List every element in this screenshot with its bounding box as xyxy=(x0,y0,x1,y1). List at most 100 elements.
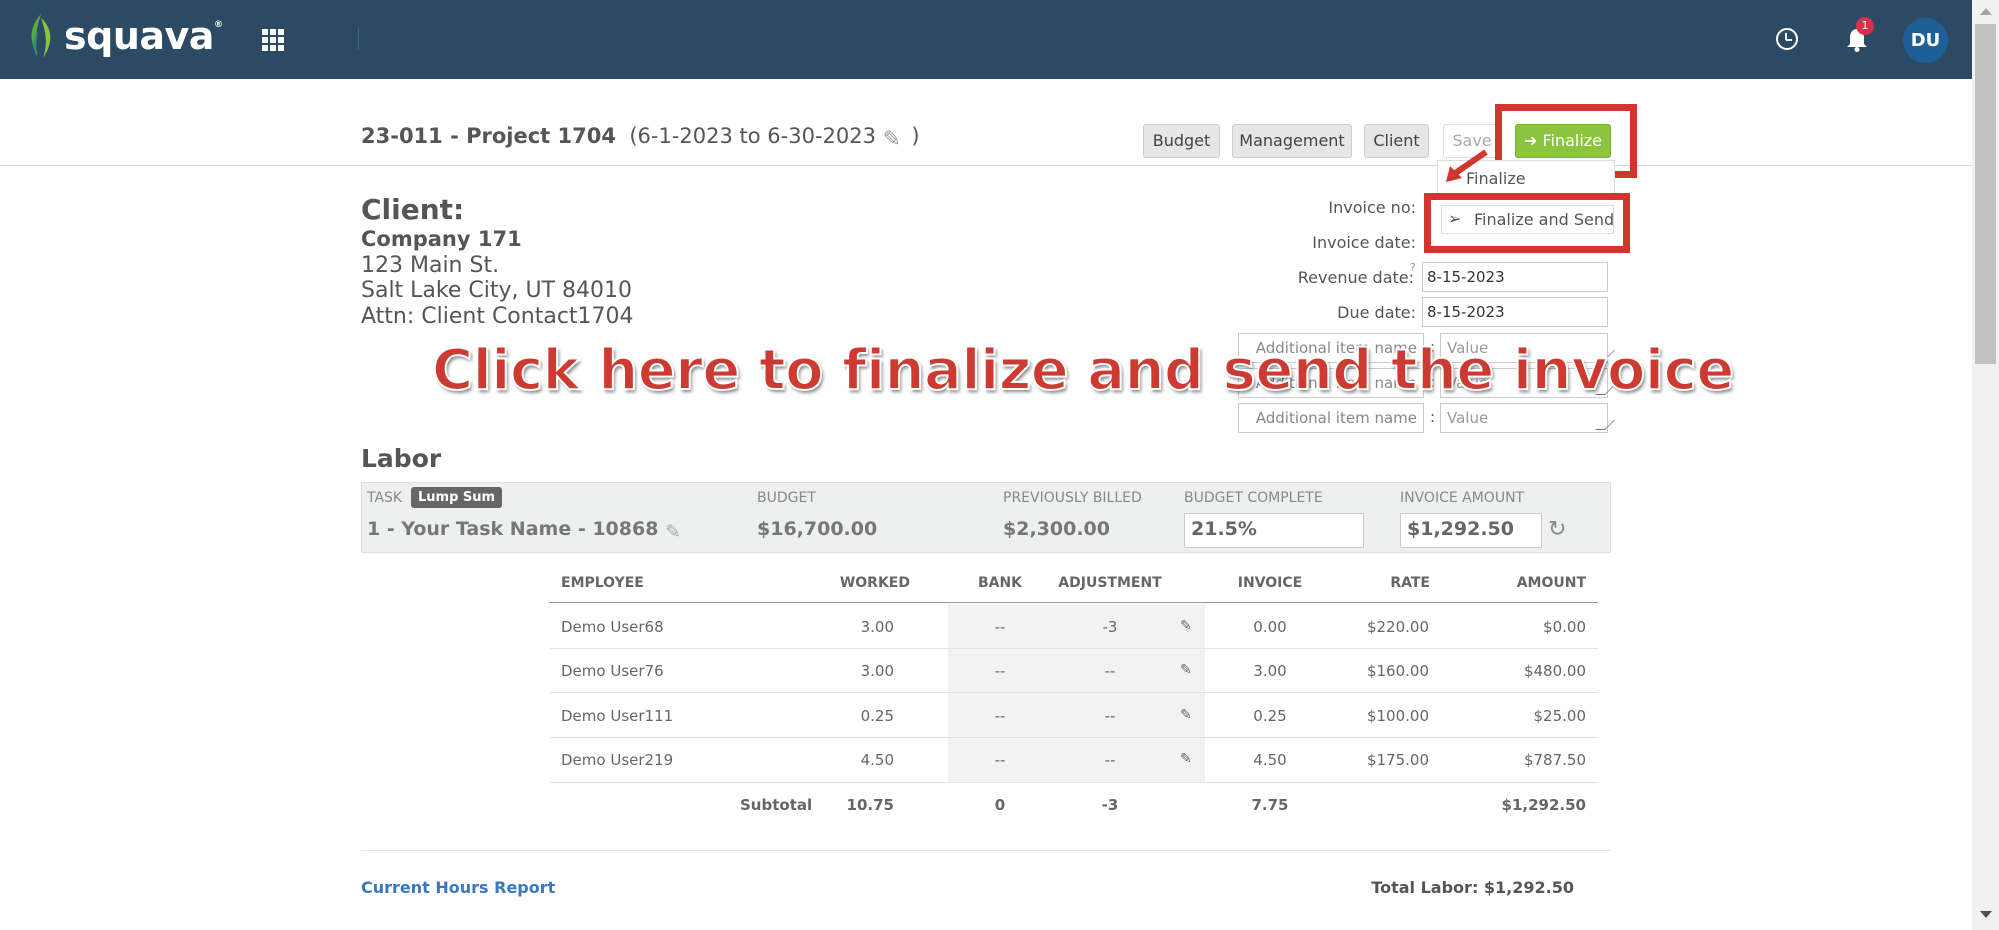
client-address-1: 123 Main St. xyxy=(361,253,500,278)
invoice-amount-input[interactable]: $1,292.50 xyxy=(1400,513,1542,548)
worked-cell: 3.00 xyxy=(860,662,894,680)
previously-billed-label: Previously Billed xyxy=(1003,490,1142,506)
client-heading: Client: xyxy=(361,193,465,226)
edit-icon[interactable]: ✎ xyxy=(1180,618,1192,634)
subtotal-amount: $1,292.50 xyxy=(1501,796,1586,814)
leaf-logo-icon xyxy=(31,14,51,58)
pencil-icon[interactable]: ✎ xyxy=(665,521,687,543)
additional-item-value-input-3[interactable]: Value xyxy=(1440,403,1615,433)
section-divider xyxy=(361,850,1611,851)
invoice-cell: 0.25 xyxy=(1253,707,1287,725)
client-attn: Attn: Client Contact1704 xyxy=(361,304,634,329)
column-header-invoice[interactable]: Invoice xyxy=(1220,575,1320,591)
subtotal-invoice: 7.75 xyxy=(1251,796,1289,814)
adjustment-cell: -- xyxy=(1104,662,1116,680)
adjustment-cell: -- xyxy=(1104,707,1116,725)
additional-item-name-input-3[interactable]: Additional item name xyxy=(1238,403,1424,433)
project-title: 23-011 - Project 1704 (6-1-2023 to 6-30-… xyxy=(361,124,920,151)
invoice-cell: 0.00 xyxy=(1253,618,1287,636)
page-scrollbar[interactable] xyxy=(1972,0,1999,930)
squava-logo[interactable]: squava® xyxy=(24,12,223,60)
previously-billed-value: $2,300.00 xyxy=(1003,518,1110,540)
budget-button[interactable]: Budget xyxy=(1143,124,1220,158)
invoice-cell: 3.00 xyxy=(1253,662,1287,680)
row-divider xyxy=(549,648,1598,649)
clock-icon[interactable] xyxy=(1776,28,1798,50)
row-divider xyxy=(549,782,1598,783)
subtotal-adjustment: -3 xyxy=(1101,796,1119,814)
bank-cell: -- xyxy=(994,618,1006,636)
due-date-input[interactable]: 8-15-2023 xyxy=(1422,297,1608,327)
invoice-no-label: Invoice no: xyxy=(1328,198,1416,217)
employee-cell: Demo User68 xyxy=(561,618,664,636)
refresh-icon[interactable]: ↻ xyxy=(1548,517,1566,542)
header-divider xyxy=(0,165,1972,166)
employee-cell: Demo User219 xyxy=(561,751,674,769)
notification-badge[interactable]: 1 xyxy=(1856,17,1874,35)
amount-cell: $25.00 xyxy=(1533,707,1587,725)
client-button[interactable]: Client xyxy=(1364,124,1429,158)
subtotal-bank: 0 xyxy=(994,796,1006,814)
edit-icon[interactable]: ✎ xyxy=(1180,707,1192,723)
amount-cell: $0.00 xyxy=(1543,618,1586,636)
dropdown-item-finalize-send[interactable]: ➢ Finalize and Send xyxy=(1441,205,1614,234)
project-name: 23-011 - Project 1704 xyxy=(361,124,616,148)
tutorial-callout: Click here to finalize and send the invo… xyxy=(431,337,1735,404)
revenue-date-label: Revenue date: xyxy=(1297,268,1414,287)
column-header-worked[interactable]: Worked xyxy=(800,575,910,591)
adjustment-cell: -3 xyxy=(1102,618,1118,636)
topbar-divider xyxy=(358,28,359,50)
arrow-pointer-icon xyxy=(1446,149,1488,182)
amount-cell: $787.50 xyxy=(1523,751,1586,769)
invoice-cell: 4.50 xyxy=(1253,751,1287,769)
management-button[interactable]: Management xyxy=(1232,124,1352,158)
send-icon: ➢ xyxy=(1448,209,1462,228)
labor-heading: Labor xyxy=(361,444,442,473)
task-name: 1 - Your Task Name - 10868 ✎ xyxy=(367,518,687,543)
pencil-icon[interactable]: ✎ xyxy=(883,129,905,151)
revenue-date-input[interactable]: 8-15-2023 xyxy=(1422,262,1608,292)
amount-cell: $480.00 xyxy=(1523,662,1586,680)
bank-cell: -- xyxy=(994,662,1006,680)
column-header-amount[interactable]: Amount xyxy=(1476,575,1586,591)
edit-icon[interactable]: ✎ xyxy=(1180,751,1192,767)
help-question-icon[interactable]: ? xyxy=(1410,261,1416,274)
worked-cell: 4.50 xyxy=(860,751,894,769)
brand-name: squava® xyxy=(64,14,223,58)
rate-cell: $220.00 xyxy=(1366,618,1429,636)
worked-cell: 0.25 xyxy=(860,707,894,725)
colon-separator: : xyxy=(1430,408,1436,426)
budget-complete-input[interactable]: 21.5% xyxy=(1184,513,1364,548)
invoice-amount-label: Invoice Amount xyxy=(1400,490,1525,506)
user-avatar[interactable]: DU xyxy=(1903,18,1948,63)
edit-icon[interactable]: ✎ xyxy=(1180,662,1192,678)
worked-cell: 3.00 xyxy=(860,618,894,636)
apps-grid-icon[interactable] xyxy=(262,29,284,51)
finalize-send-label: Finalize and Send xyxy=(1474,210,1615,229)
scroll-up-arrow-icon[interactable] xyxy=(1980,8,1992,15)
employee-cell: Demo User111 xyxy=(561,707,674,725)
invoice-date-label: Invoice date: xyxy=(1312,233,1416,252)
column-header-bank[interactable]: Bank xyxy=(960,575,1040,591)
row-divider xyxy=(549,692,1598,693)
client-company: Company 171 xyxy=(361,227,522,251)
subtotal-worked: 10.75 xyxy=(846,796,894,814)
project-period: (6-1-2023 to 6-30-2023 xyxy=(629,124,876,148)
scroll-thumb[interactable] xyxy=(1975,24,1996,364)
project-period-close: ) xyxy=(911,124,920,148)
rate-cell: $175.00 xyxy=(1366,751,1429,769)
scroll-down-arrow-icon[interactable] xyxy=(1980,911,1992,918)
lump-sum-badge: Lump Sum xyxy=(411,487,503,508)
column-header-adjustment[interactable]: Adjustment xyxy=(1050,575,1170,591)
top-nav-bar: squava® 1 DU xyxy=(0,0,1972,79)
resize-grip-icon[interactable] xyxy=(1595,420,1615,430)
row-divider xyxy=(549,737,1598,738)
budget-label: Budget xyxy=(757,490,816,506)
column-header-employee[interactable]: Employee xyxy=(561,575,644,591)
table-header-divider xyxy=(549,602,1598,603)
adjustment-cell: -- xyxy=(1104,751,1116,769)
budget-value: $16,700.00 xyxy=(757,518,878,540)
column-header-rate[interactable]: Rate xyxy=(1330,575,1430,591)
current-hours-report-link[interactable]: Current Hours Report xyxy=(361,878,555,897)
rate-cell: $100.00 xyxy=(1366,707,1429,725)
